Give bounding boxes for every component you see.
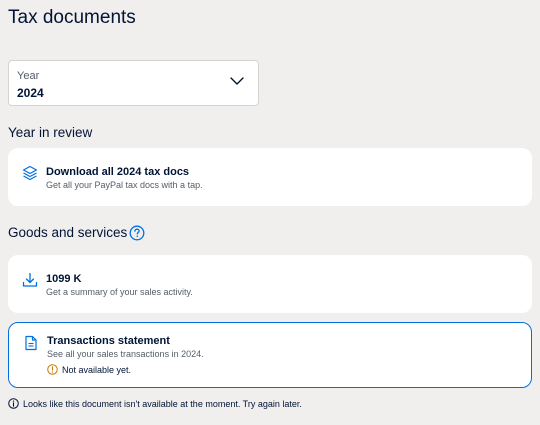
card-subtitle: Get a summary of your sales activity. (46, 287, 193, 297)
section-heading-year-in-review: Year in review (8, 125, 93, 140)
section-heading-goods-and-services: Goods and services (8, 225, 145, 241)
info-circle-icon (8, 398, 19, 409)
card-title: Download all 2024 tax docs (46, 166, 190, 178)
download-icon (22, 272, 38, 287)
1099k-card[interactable]: 1099 K Get a summary of your sales activ… (8, 255, 532, 313)
page-title: Tax documents (8, 7, 136, 28)
card-subtitle: See all your sales transactions in 2024. (47, 349, 204, 359)
layers-icon (22, 165, 38, 181)
question-circle-icon[interactable] (129, 225, 145, 241)
card-subtitle: Get all your PayPal tax docs with a tap. (46, 180, 203, 190)
card-title: 1099 K (46, 273, 82, 285)
card-title: Transactions statement (47, 335, 170, 347)
year-select[interactable]: Year 2024 (8, 60, 259, 106)
year-label: Year (17, 70, 40, 82)
footer-note: Looks like this document isn't available… (8, 398, 302, 409)
document-icon (25, 335, 37, 351)
year-value: 2024 (17, 86, 44, 100)
status-text: Not available yet. (62, 364, 132, 375)
status-row: Not available yet. (47, 364, 131, 375)
download-all-card[interactable]: Download all 2024 tax docs Get all your … (8, 148, 532, 206)
chevron-down-icon (230, 77, 244, 85)
section-heading-label: Goods and services (8, 225, 128, 240)
transactions-statement-card[interactable]: Transactions statement See all your sale… (8, 322, 532, 388)
footer-text: Looks like this document isn't available… (23, 398, 302, 409)
warning-circle-icon (47, 364, 58, 375)
